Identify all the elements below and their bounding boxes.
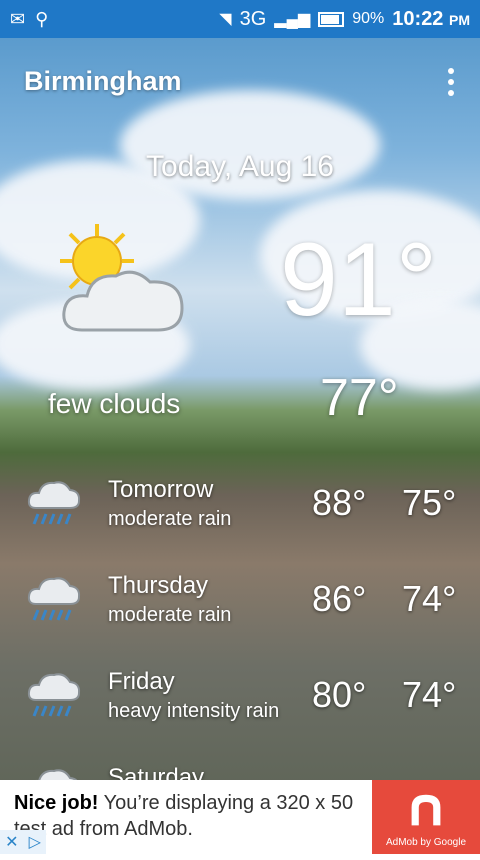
today-high-temp: 91° [280, 222, 438, 338]
city-title: Birmingham [24, 66, 182, 96]
forecast-row[interactable]: Thursday moderate rain 86° 74° [0, 572, 480, 668]
battery-level: 90% [352, 10, 385, 27]
clock: 10:22 PM [392, 7, 470, 30]
today-low-temp: 77° [320, 369, 399, 427]
status-bar: ✉ ⚲ ◥ 3G ▂▄▆ 90% 10:22 PM [0, 0, 480, 38]
forecast-row[interactable]: Friday heavy intensity rain 80° 74° [0, 668, 480, 764]
ad-text[interactable]: Nice job! You’re displaying a 320 x 50 t… [14, 790, 364, 842]
forecast-condition: moderate rain [108, 604, 232, 626]
signal-icon: ▂▄▆ [274, 11, 311, 28]
forecast-high: 88° [312, 482, 367, 523]
today-condition: few clouds [48, 388, 181, 419]
forecast-high: 80° [312, 674, 367, 715]
forecast-row[interactable]: Tomorrow moderate rain 88° 75° [0, 476, 480, 572]
network-type: 3G [239, 7, 267, 30]
usb-icon: ⚲ [35, 8, 49, 29]
ad-headline: Nice job! [14, 792, 99, 814]
wifi-icon: ◥ [219, 11, 232, 28]
toolbar: Birmingham [0, 38, 480, 124]
forecast-high: 86° [312, 578, 367, 619]
forecast-low: 75° [402, 482, 457, 523]
sun-cloud-icon [60, 224, 184, 332]
adchoices-icon[interactable]: ✕ ▷ [0, 830, 46, 854]
rain-cloud-icon [27, 673, 81, 717]
rain-cloud-icon [27, 577, 81, 621]
forecast-day: Thursday [108, 572, 209, 599]
forecast-condition: moderate rain [108, 508, 232, 530]
today-date: Today, Aug 16 [146, 150, 334, 183]
overflow-menu-icon[interactable] [448, 68, 454, 96]
forecast-low: 74° [402, 674, 457, 715]
ad-banner[interactable]: Nice job! You’re displaying a 320 x 50 t… [0, 780, 480, 854]
admob-brand-label: AdMob by Google [385, 837, 467, 848]
app-notification-icon: ✉ [10, 8, 26, 29]
forecast-day: Tomorrow [108, 476, 214, 503]
admob-logo[interactable]: AdMob by Google [372, 780, 480, 854]
rain-cloud-icon [27, 481, 81, 525]
forecast-day: Friday [108, 668, 175, 695]
battery-icon [318, 11, 345, 27]
admob-logo-icon [411, 794, 441, 826]
forecast-low: 74° [402, 578, 457, 619]
forecast-condition: heavy intensity rain [108, 700, 280, 722]
